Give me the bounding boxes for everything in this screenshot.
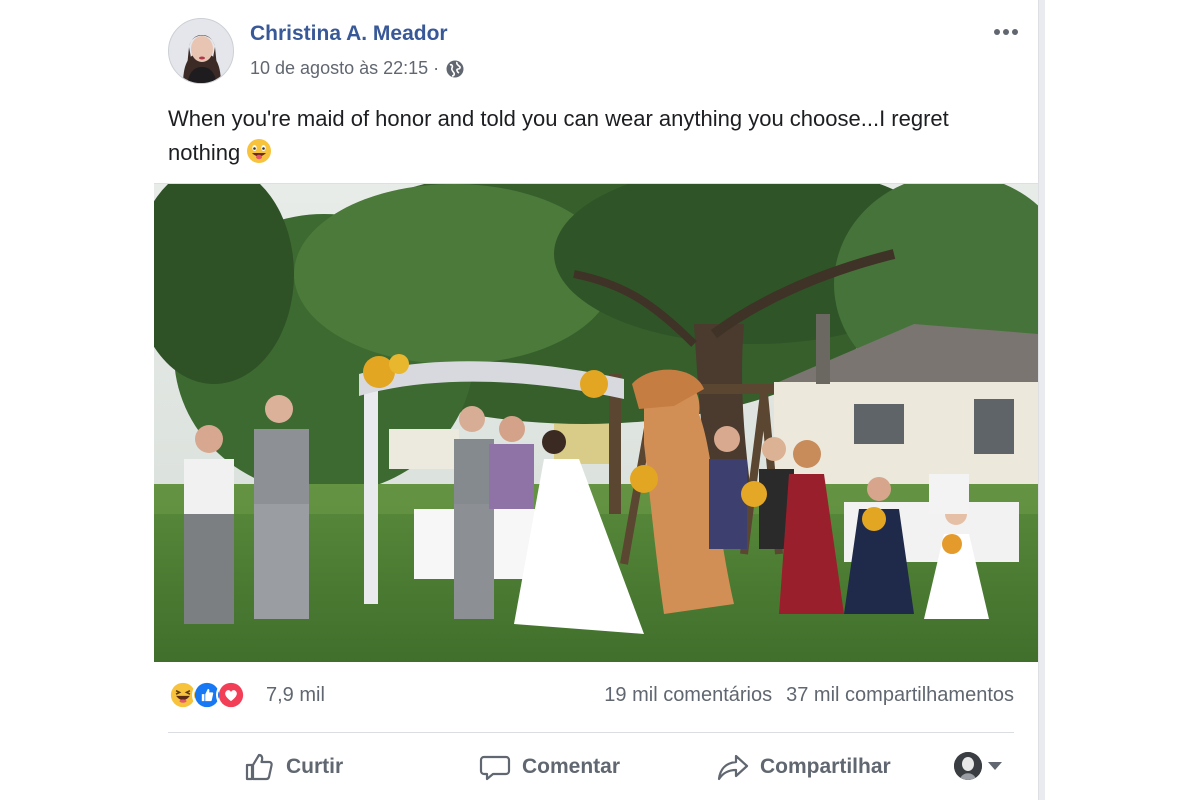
more-dot-icon	[1003, 29, 1009, 35]
post-stats: 7,9 mil 19 mil comentários 37 mil compar…	[168, 676, 1014, 716]
comments-count-link[interactable]: 19 mil comentários	[604, 684, 772, 707]
post-card: Christina A. Meador 10 de agosto às 22:1…	[154, 0, 1038, 800]
more-dot-icon	[994, 29, 1000, 35]
post-header: Christina A. Meador 10 de agosto às 22:1…	[168, 18, 1028, 88]
share-arrow-icon	[717, 754, 749, 781]
post-meta: 10 de agosto às 22:15 ·	[250, 58, 465, 79]
more-dot-icon	[1012, 29, 1018, 35]
thumbs-up-icon	[245, 753, 273, 781]
more-options-button[interactable]	[988, 22, 1024, 42]
globe-icon[interactable]	[445, 59, 465, 79]
like-button-label: Curtir	[286, 755, 344, 778]
share-button[interactable]: Compartilhar	[716, 748, 891, 786]
post-actions-bar: Curtir Comentar Compartilhar	[168, 740, 1014, 792]
shares-count-link[interactable]: 37 mil compartilhamentos	[786, 684, 1014, 707]
share-button-label: Compartilhar	[760, 755, 891, 778]
post-body: When you're maid of honor and told you c…	[168, 106, 949, 165]
post-photo[interactable]	[154, 183, 1038, 662]
post-timestamp[interactable]: 10 de agosto às 22:15 ·	[250, 58, 439, 79]
reaction-count[interactable]: 7,9 mil	[266, 684, 325, 707]
actions-divider	[168, 732, 1014, 733]
author-name-link[interactable]: Christina A. Meador	[250, 22, 448, 46]
comment-bubble-icon	[479, 755, 511, 781]
grinning-tongue-emoji	[247, 139, 272, 163]
author-avatar[interactable]	[168, 18, 234, 84]
chevron-down-icon	[988, 762, 1002, 770]
facebook-feed-page: Christina A. Meador 10 de agosto às 22:1…	[0, 0, 1200, 800]
reaction-summary[interactable]	[168, 680, 246, 710]
reaction-audience-selector[interactable]	[954, 752, 1002, 780]
like-button[interactable]: Curtir	[242, 748, 343, 786]
post-text: When you're maid of honor and told you c…	[168, 102, 1008, 170]
feed-gutter	[1038, 0, 1200, 800]
love-reaction-icon	[216, 680, 246, 710]
engagement-counts: 19 mil comentários 37 mil compartilhamen…	[604, 684, 1014, 707]
comment-button-label: Comentar	[522, 755, 621, 778]
current-user-avatar	[954, 752, 982, 780]
comment-button[interactable]: Comentar	[478, 748, 620, 786]
